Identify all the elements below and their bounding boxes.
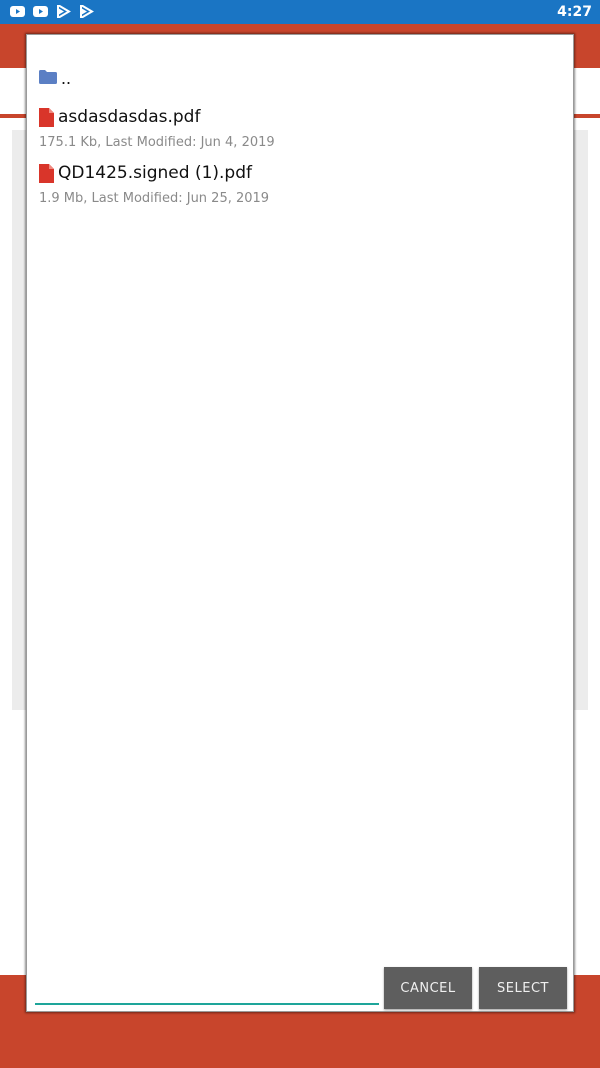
file-list-item[interactable]: asdasdasdas.pdf 175.1 Kb, Last Modified:…	[39, 105, 559, 157]
cancel-button[interactable]: CANCEL	[384, 967, 472, 1009]
folder-icon	[39, 70, 57, 84]
file-name: QD1425.signed (1).pdf	[58, 163, 252, 183]
file-meta: 1.9 Mb, Last Modified: Jun 25, 2019	[39, 191, 270, 206]
file-picker-dialog: .. asdasdasdas.pdf 175.1 Kb, Last Modifi…	[26, 34, 574, 1012]
status-time: 4:27	[557, 4, 592, 20]
notification-icons	[10, 5, 94, 18]
filename-input[interactable]	[35, 977, 379, 1005]
pdf-file-icon	[39, 107, 54, 127]
pdf-file-icon	[39, 163, 54, 183]
parent-directory-label: ..	[61, 67, 72, 88]
select-button[interactable]: SELECT	[479, 967, 567, 1009]
file-list-item[interactable]: QD1425.signed (1).pdf 1.9 Mb, Last Modif…	[39, 161, 559, 213]
file-meta: 175.1 Kb, Last Modified: Jun 4, 2019	[39, 135, 275, 150]
parent-directory-item[interactable]: ..	[39, 61, 559, 93]
youtube-icon	[33, 6, 48, 17]
youtube-icon	[10, 6, 25, 17]
play-store-icon	[80, 5, 94, 18]
status-bar: 4:27	[0, 0, 600, 24]
file-name: asdasdasdas.pdf	[58, 107, 201, 127]
play-store-icon	[57, 5, 71, 18]
